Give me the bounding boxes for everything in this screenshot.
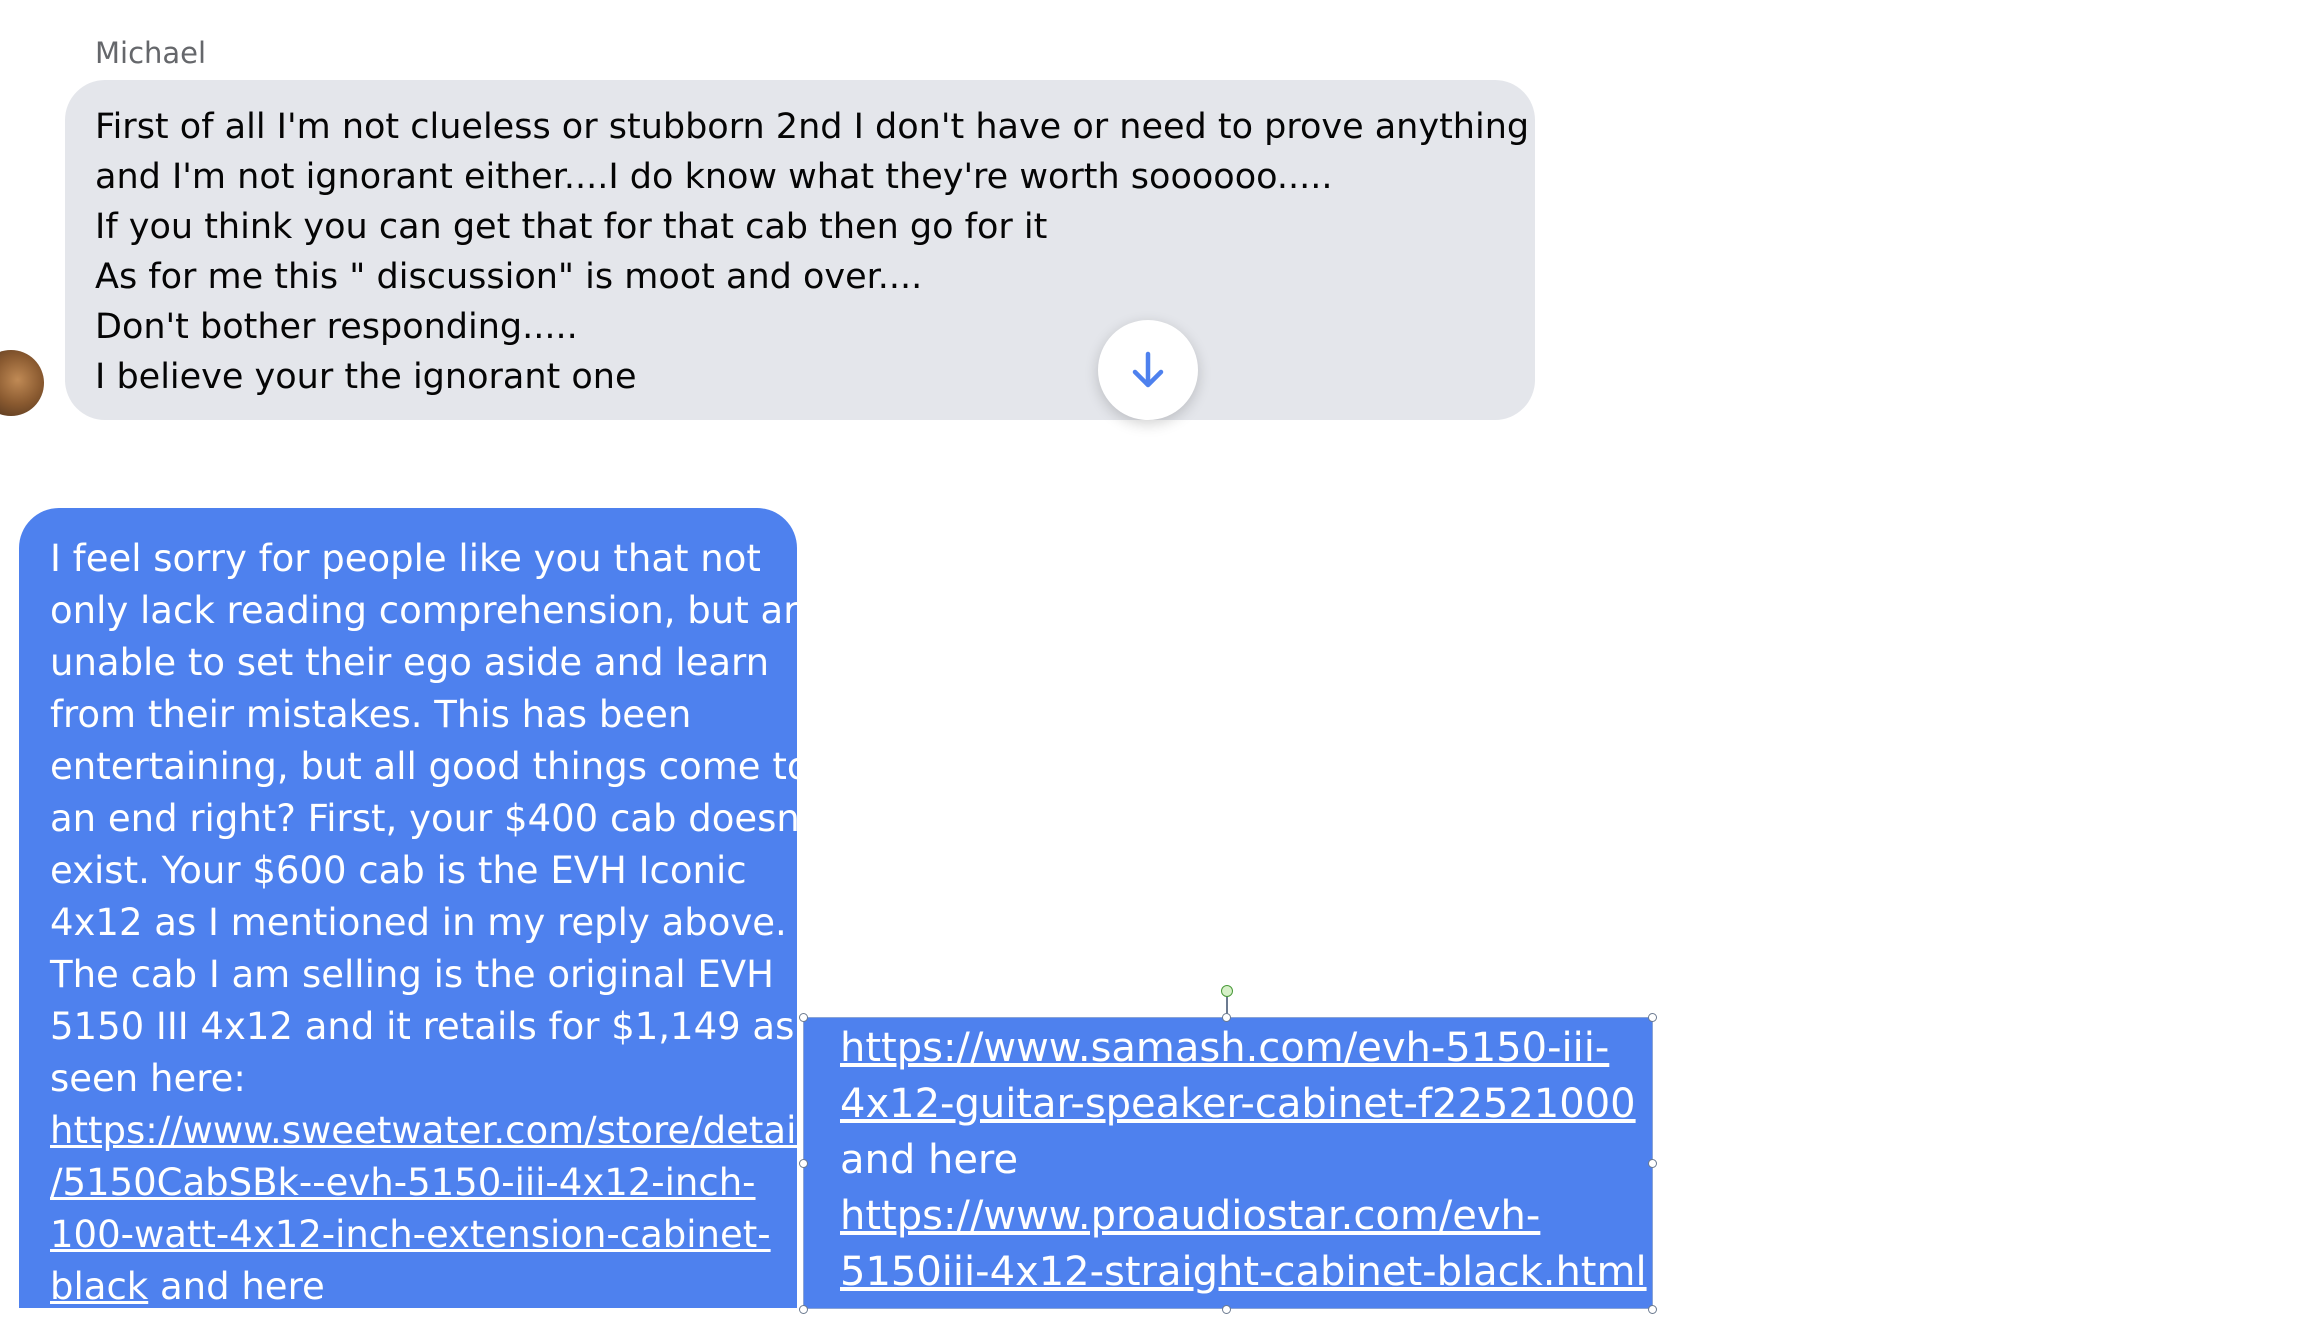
resize-handle-top-left[interactable] xyxy=(799,1013,808,1022)
resize-handle-top-right[interactable] xyxy=(1648,1013,1657,1022)
message-line: exist. Your $600 cab is the EVH Iconic xyxy=(50,849,747,892)
chat-window: Michael First of all I'm not clueless or… xyxy=(0,0,2304,1334)
resize-handle-bottom[interactable] xyxy=(1222,1305,1231,1314)
message-line: seen here: xyxy=(50,1057,246,1100)
resize-handle-top[interactable] xyxy=(1222,1013,1231,1022)
message-text: and here xyxy=(148,1265,325,1308)
message-line: unable to set their ego aside and learn xyxy=(50,641,770,684)
scroll-to-bottom-button[interactable] xyxy=(1098,320,1198,420)
message-line: entertaining, but all good things come t… xyxy=(50,745,797,788)
sender-name: Michael xyxy=(95,36,207,70)
message-line: First of all I'm not clueless or stubbor… xyxy=(95,107,1530,147)
resize-handle-right[interactable] xyxy=(1648,1159,1657,1168)
message-line: and I'm not ignorant either....I do know… xyxy=(95,157,1333,197)
resize-handle-bottom-right[interactable] xyxy=(1648,1305,1657,1314)
sweetwater-link[interactable]: https://www.sweetwater.com/store/detail xyxy=(50,1105,797,1157)
outgoing-message-bubble[interactable]: I feel sorry for people like you that no… xyxy=(19,508,797,1308)
sweetwater-link[interactable]: black xyxy=(50,1265,148,1308)
message-line: As for me this " discussion" is moot and… xyxy=(95,257,923,297)
message-line: and here xyxy=(840,1137,1019,1183)
message-line: If you think you can get that for that c… xyxy=(95,207,1048,247)
message-line: only lack reading comprehension, but are xyxy=(50,589,797,632)
message-line: I believe your the ignorant one xyxy=(95,357,637,397)
message-line: from their mistakes. This has been xyxy=(50,693,692,736)
rotate-handle[interactable] xyxy=(1221,985,1233,997)
proaudiostar-link[interactable]: 5150iii-4x12-straight-cabinet-black.html xyxy=(840,1244,1652,1300)
sender-avatar[interactable] xyxy=(0,350,44,416)
incoming-message-bubble[interactable]: First of all I'm not clueless or stubbor… xyxy=(65,80,1535,420)
message-line: black and here xyxy=(50,1261,767,1308)
message-line: The cab I am selling is the original EVH xyxy=(50,953,774,996)
sweetwater-link[interactable]: 100-watt-4x12-inch-extension-cabinet- xyxy=(50,1209,771,1261)
message-line: an end right? First, your $400 cab doesn… xyxy=(50,797,797,840)
samash-link[interactable]: https://www.samash.com/evh-5150-iii- xyxy=(840,1020,1652,1076)
resize-handle-bottom-left[interactable] xyxy=(799,1305,808,1314)
selected-message-snippet[interactable]: https://www.samash.com/evh-5150-iii- 4x1… xyxy=(803,1017,1653,1309)
sweetwater-link[interactable]: /5150CabSBk--evh-5150-iii-4x12-inch- xyxy=(50,1157,767,1209)
samash-link[interactable]: 4x12-guitar-speaker-cabinet-f22521000 xyxy=(840,1076,1652,1132)
resize-handle-left[interactable] xyxy=(799,1159,808,1168)
message-line: 4x12 as I mentioned in my reply above. xyxy=(50,901,787,944)
message-line: Don't bother responding..... xyxy=(95,307,578,347)
message-line: 5150 III 4x12 and it retails for $1,149 … xyxy=(50,1005,795,1048)
proaudiostar-link[interactable]: https://www.proaudiostar.com/evh- xyxy=(840,1188,1652,1244)
arrow-down-icon xyxy=(1132,351,1164,388)
message-line: I feel sorry for people like you that no… xyxy=(50,537,761,580)
